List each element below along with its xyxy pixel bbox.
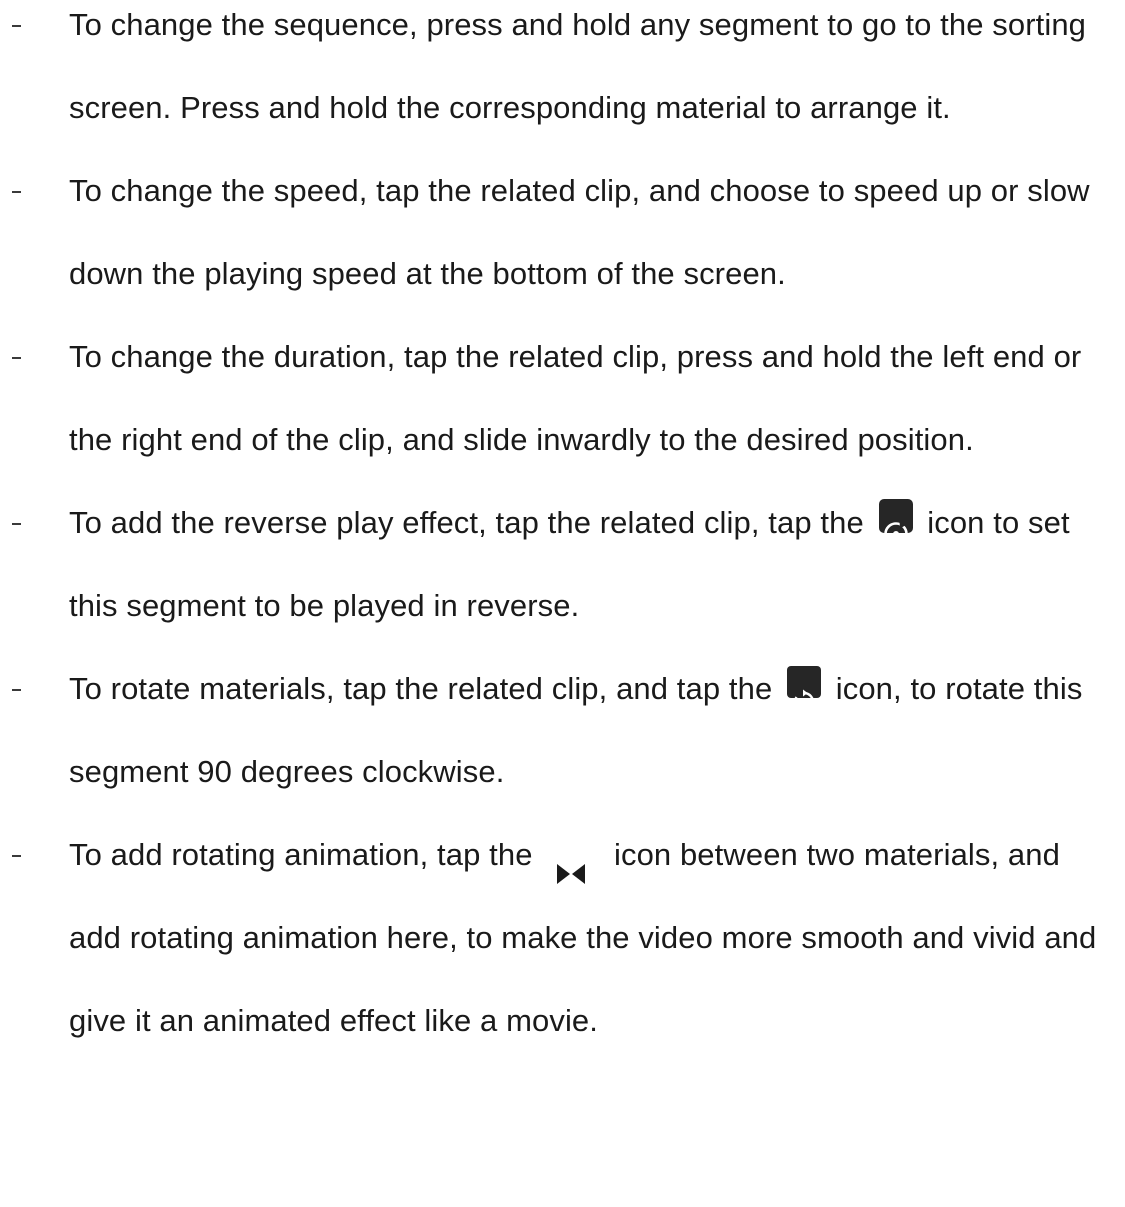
list-item: To change the sequence, press and hold a… xyxy=(0,0,1125,149)
bullet-dash xyxy=(12,315,26,398)
list-item: To add rotating animation, tap the icon … xyxy=(0,813,1125,1062)
instruction-list: To change the sequence, press and hold a… xyxy=(0,0,1125,1062)
list-item: To add the reverse play effect, tap the … xyxy=(0,481,1125,647)
bullet-dash xyxy=(12,149,26,232)
list-item-text: To change the duration, tap the related … xyxy=(69,339,1082,457)
list-item-text: To change the speed, tap the related cli… xyxy=(69,173,1090,291)
list-item: To change the duration, tap the related … xyxy=(0,315,1125,481)
bullet-dash xyxy=(12,481,26,564)
bullet-dash xyxy=(12,647,26,730)
bullet-dash xyxy=(12,0,26,66)
list-item-text-before: To add rotating animation, tap the xyxy=(69,837,533,872)
list-item-text-before: To add the reverse play effect, tap the … xyxy=(69,505,864,540)
reverse-play-icon xyxy=(878,498,913,546)
rotate-icon xyxy=(787,665,822,713)
list-item-text-before: To rotate materials, tap the related cli… xyxy=(69,671,773,706)
list-item-text: To change the sequence, press and hold a… xyxy=(69,7,1087,125)
list-item: To rotate materials, tap the related cli… xyxy=(0,647,1125,813)
transition-icon xyxy=(553,835,589,884)
bullet-dash xyxy=(12,813,26,896)
list-item: To change the speed, tap the related cli… xyxy=(0,149,1125,315)
